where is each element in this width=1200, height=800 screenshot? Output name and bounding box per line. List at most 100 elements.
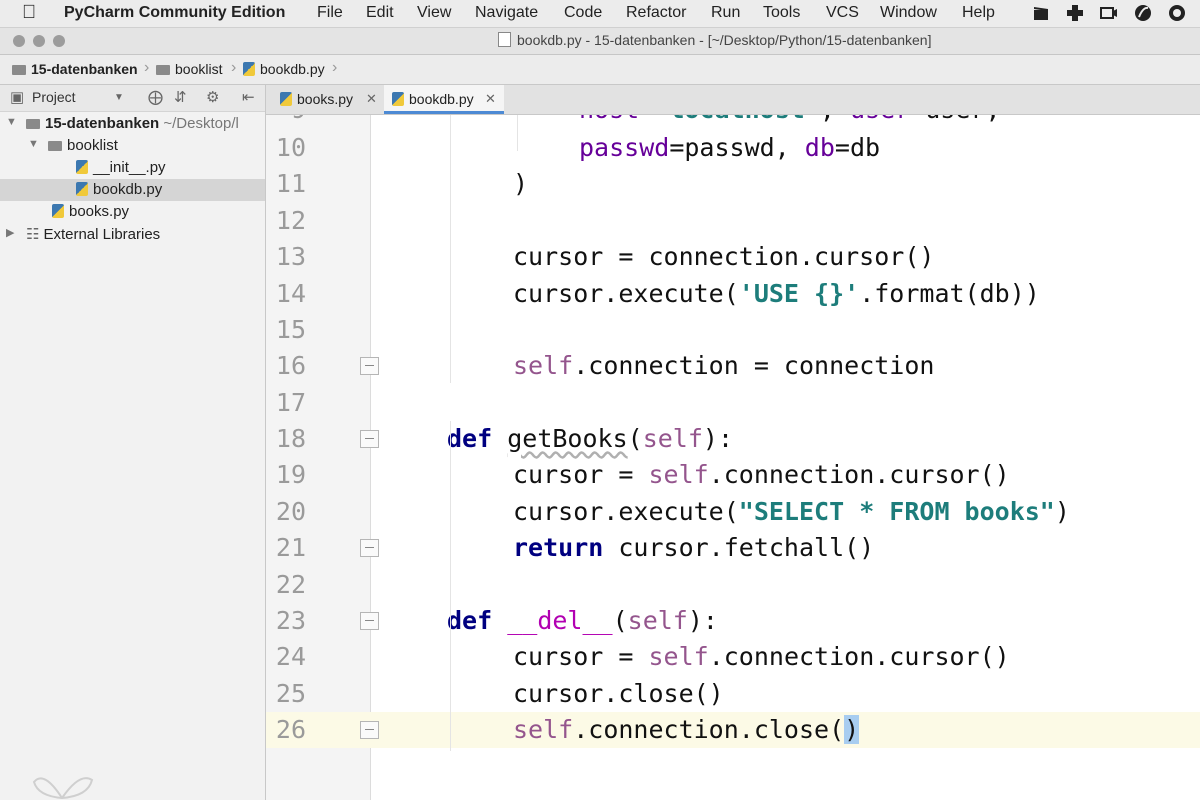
folder-icon bbox=[26, 119, 40, 129]
line-number: 20 bbox=[275, 497, 306, 526]
code-line: 12 bbox=[266, 203, 1200, 239]
apple-icon[interactable]:  bbox=[22, 2, 36, 24]
hide-panel-icon[interactable]: ⇤ bbox=[242, 88, 255, 106]
code-text: cursor = connection.cursor() bbox=[513, 242, 935, 271]
menu-run[interactable]: Run bbox=[711, 4, 740, 22]
menu-window[interactable]: Window bbox=[880, 4, 937, 22]
chevron-down-icon[interactable]: ▼ bbox=[28, 138, 39, 150]
folder-icon bbox=[12, 65, 26, 75]
line-number: 12 bbox=[275, 206, 306, 235]
code-line: 9 host='localhost', user=user, bbox=[266, 115, 1200, 128]
menu-code[interactable]: Code bbox=[564, 4, 602, 22]
minimize-window-button[interactable] bbox=[33, 35, 45, 47]
line-number: 18 bbox=[275, 424, 306, 453]
line-number: 13 bbox=[275, 242, 306, 271]
code-text: self.connection.close() bbox=[513, 715, 860, 744]
code-line: 18 def getBooks(self): bbox=[266, 421, 1200, 457]
code-line: 11 ) bbox=[266, 166, 1200, 202]
line-number: 16 bbox=[275, 351, 306, 380]
close-icon[interactable]: ✕ bbox=[485, 91, 496, 107]
folder-icon bbox=[48, 141, 62, 151]
project-panel: ▣ Project ▼ ⨁ ⇵ ⚙ ⇤ ▼ 15-datenbanken ~/D… bbox=[0, 85, 266, 800]
line-number: 10 bbox=[275, 133, 306, 162]
app-name-menu[interactable]: PyCharm Community Edition bbox=[64, 4, 285, 22]
tree-item-init-py[interactable]: __init__.py bbox=[0, 157, 265, 179]
code-text: return cursor.fetchall() bbox=[513, 533, 875, 562]
python-file-icon bbox=[52, 204, 64, 218]
code-text: cursor = self.connection.cursor() bbox=[513, 460, 1010, 489]
menu-vcs[interactable]: VCS bbox=[826, 4, 859, 22]
menu-navigate[interactable]: Navigate bbox=[475, 4, 538, 22]
fold-marker-icon[interactable] bbox=[360, 612, 379, 630]
zoom-window-button[interactable] bbox=[53, 35, 65, 47]
chevron-right-icon: › bbox=[144, 59, 150, 76]
file-icon bbox=[498, 32, 511, 47]
tree-item-booklist[interactable]: ▼ booklist bbox=[0, 135, 265, 157]
menu-refactor[interactable]: Refactor bbox=[626, 4, 686, 22]
plus-cross-icon[interactable] bbox=[1066, 4, 1084, 22]
menu-help[interactable]: Help bbox=[962, 4, 995, 22]
window-title: bookdb.py - 15-datenbanken - [~/Desktop/… bbox=[498, 32, 931, 48]
project-view-selector[interactable]: Project bbox=[32, 89, 76, 105]
code-line: 22 bbox=[266, 567, 1200, 603]
line-number: 26 bbox=[275, 715, 306, 744]
menu-edit[interactable]: Edit bbox=[366, 4, 394, 22]
code-text: def __del__(self): bbox=[447, 606, 718, 635]
tab-bookdb-py[interactable]: bookdb.py ✕ bbox=[384, 85, 504, 114]
line-number: 11 bbox=[275, 169, 306, 198]
tree-item-external-libraries[interactable]: ▶ ☷ External Libraries bbox=[0, 223, 265, 245]
chevron-right-icon: › bbox=[231, 59, 237, 76]
butterfly-logo bbox=[32, 777, 94, 800]
breadcrumb-file[interactable]: bookdb.py bbox=[243, 61, 325, 77]
code-text: def getBooks(self): bbox=[447, 424, 734, 453]
library-icon: ☷ bbox=[26, 226, 40, 243]
chevron-right-icon: › bbox=[332, 59, 338, 76]
fold-marker-icon[interactable] bbox=[360, 539, 379, 557]
code-line: 13 cursor = connection.cursor() bbox=[266, 239, 1200, 275]
code-line: 20 cursor.execute("SELECT * FROM books") bbox=[266, 494, 1200, 530]
menu-file[interactable]: File bbox=[317, 4, 343, 22]
chevron-down-icon[interactable]: ▼ bbox=[6, 116, 17, 128]
window-title-text: bookdb.py - 15-datenbanken - [~/Desktop/… bbox=[517, 32, 932, 48]
python-file-icon bbox=[280, 92, 292, 106]
menu-bar:  PyCharm Community Edition File Edit Vi… bbox=[0, 0, 1200, 28]
collapse-icon[interactable]: ⇵ bbox=[174, 88, 187, 106]
chevron-right-icon[interactable]: ▶ bbox=[6, 226, 14, 239]
indent-guide bbox=[450, 421, 451, 751]
code-editor[interactable]: 9 host='localhost', user=user, 10 passwd… bbox=[266, 115, 1200, 800]
code-line: 15 bbox=[266, 312, 1200, 348]
breadcrumb: 15-datenbanken › booklist › bookdb.py › bbox=[0, 55, 1200, 85]
menu-tools[interactable]: Tools bbox=[763, 4, 800, 22]
chevron-down-icon[interactable]: ▼ bbox=[114, 92, 124, 103]
project-view-icon: ▣ bbox=[10, 89, 25, 106]
close-icon[interactable]: ✕ bbox=[366, 91, 377, 107]
fold-marker-icon[interactable] bbox=[360, 357, 379, 375]
code-line-current: 26 self.connection.close() bbox=[266, 712, 1200, 748]
text-caret: ) bbox=[844, 715, 860, 744]
breadcrumb-booklist[interactable]: booklist bbox=[156, 61, 222, 77]
gear-icon[interactable]: ⚙ bbox=[206, 88, 219, 106]
python-file-icon bbox=[392, 92, 404, 106]
menu-view[interactable]: View bbox=[417, 4, 451, 22]
tree-item-books-py[interactable]: books.py bbox=[0, 201, 265, 223]
tab-books-py[interactable]: books.py ✕ bbox=[272, 85, 382, 114]
line-number: 25 bbox=[275, 679, 306, 708]
fold-marker-icon[interactable] bbox=[360, 430, 379, 448]
camera-icon[interactable] bbox=[1100, 4, 1118, 22]
crosshair-icon[interactable]: ⨁ bbox=[148, 88, 163, 106]
code-text: ) bbox=[513, 169, 529, 198]
tree-item-project-root[interactable]: ▼ 15-datenbanken ~/Desktop/l bbox=[0, 113, 265, 135]
python-file-icon bbox=[76, 160, 88, 174]
clapper-icon[interactable] bbox=[1032, 4, 1050, 22]
status-icon[interactable] bbox=[1168, 4, 1186, 22]
close-window-button[interactable] bbox=[13, 35, 25, 47]
line-number: 9 bbox=[272, 115, 306, 128]
breadcrumb-project[interactable]: 15-datenbanken bbox=[12, 61, 138, 77]
fold-marker-icon[interactable] bbox=[360, 721, 379, 739]
folder-icon bbox=[156, 65, 170, 75]
python-file-icon bbox=[243, 62, 255, 76]
line-number: 17 bbox=[275, 388, 306, 417]
leaf-icon[interactable] bbox=[1134, 4, 1152, 22]
tree-item-bookdb-py[interactable]: bookdb.py bbox=[0, 179, 265, 201]
line-number: 14 bbox=[275, 279, 306, 308]
